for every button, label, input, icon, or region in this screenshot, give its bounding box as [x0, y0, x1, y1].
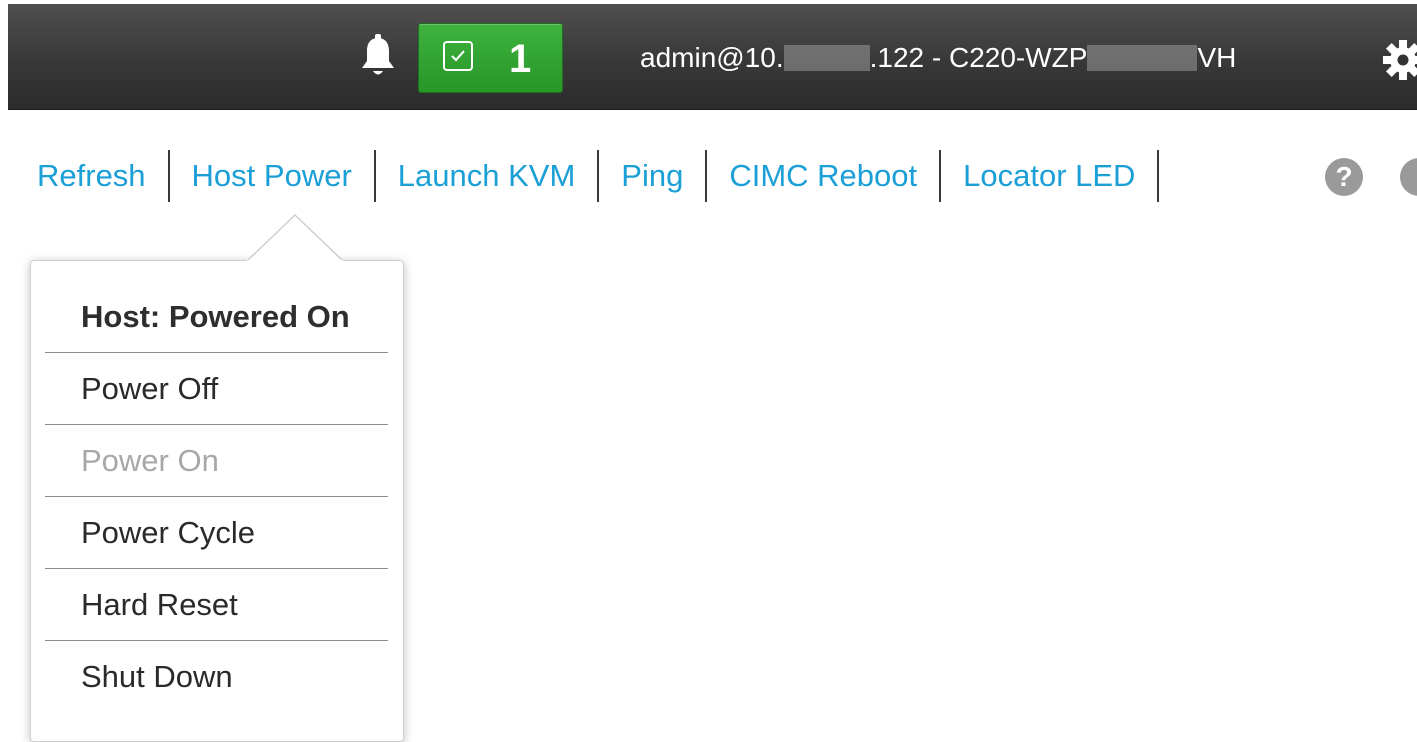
toolbar-divider	[167, 150, 170, 202]
info-icon[interactable]	[1400, 158, 1417, 196]
hard-reset-item[interactable]: Hard Reset	[45, 569, 388, 641]
help-icon[interactable]: ?	[1325, 158, 1363, 196]
host-power-link[interactable]: Host Power	[192, 148, 352, 204]
refresh-link[interactable]: Refresh	[37, 148, 146, 204]
toolbar-divider	[939, 150, 942, 202]
user-middle: .122 - C220-WZP	[869, 42, 1088, 73]
popover-arrow	[247, 213, 343, 263]
user-suffix: VH	[1197, 42, 1237, 73]
user-session-info: admin@10. .122 - C220-WZP VH	[640, 4, 1236, 109]
host-power-menu: Host: Powered On Power Off Power On Powe…	[30, 260, 404, 742]
cimc-reboot-link[interactable]: CIMC Reboot	[729, 148, 917, 204]
notifications-badge[interactable]: 1	[418, 23, 563, 93]
power-cycle-item[interactable]: Power Cycle	[45, 497, 388, 569]
gear-icon[interactable]	[1381, 38, 1417, 82]
power-on-item: Power On	[45, 425, 388, 497]
host-status-label: Host: Powered On	[45, 281, 388, 353]
toolbar-divider	[373, 150, 376, 202]
bell-icon[interactable]	[356, 32, 400, 82]
toolbar-divider	[1157, 150, 1160, 202]
toolbar-divider	[705, 150, 708, 202]
top-header-bar: 1 admin@10. .122 - C220-WZP VH	[8, 4, 1417, 110]
redacted-ip-mask	[783, 45, 870, 71]
action-toolbar: Refresh Host Power Launch KVM Ping CIMC …	[37, 148, 1181, 204]
launch-kvm-link[interactable]: Launch KVM	[398, 148, 576, 204]
toolbar-divider	[597, 150, 600, 202]
notification-count: 1	[509, 37, 532, 81]
redacted-serial-mask	[1087, 45, 1198, 71]
check-icon	[443, 41, 473, 71]
ping-link[interactable]: Ping	[621, 148, 683, 204]
shut-down-item[interactable]: Shut Down	[45, 641, 388, 713]
locator-led-link[interactable]: Locator LED	[963, 148, 1135, 204]
power-off-item[interactable]: Power Off	[45, 353, 388, 425]
user-prefix: admin@10.	[640, 42, 784, 73]
